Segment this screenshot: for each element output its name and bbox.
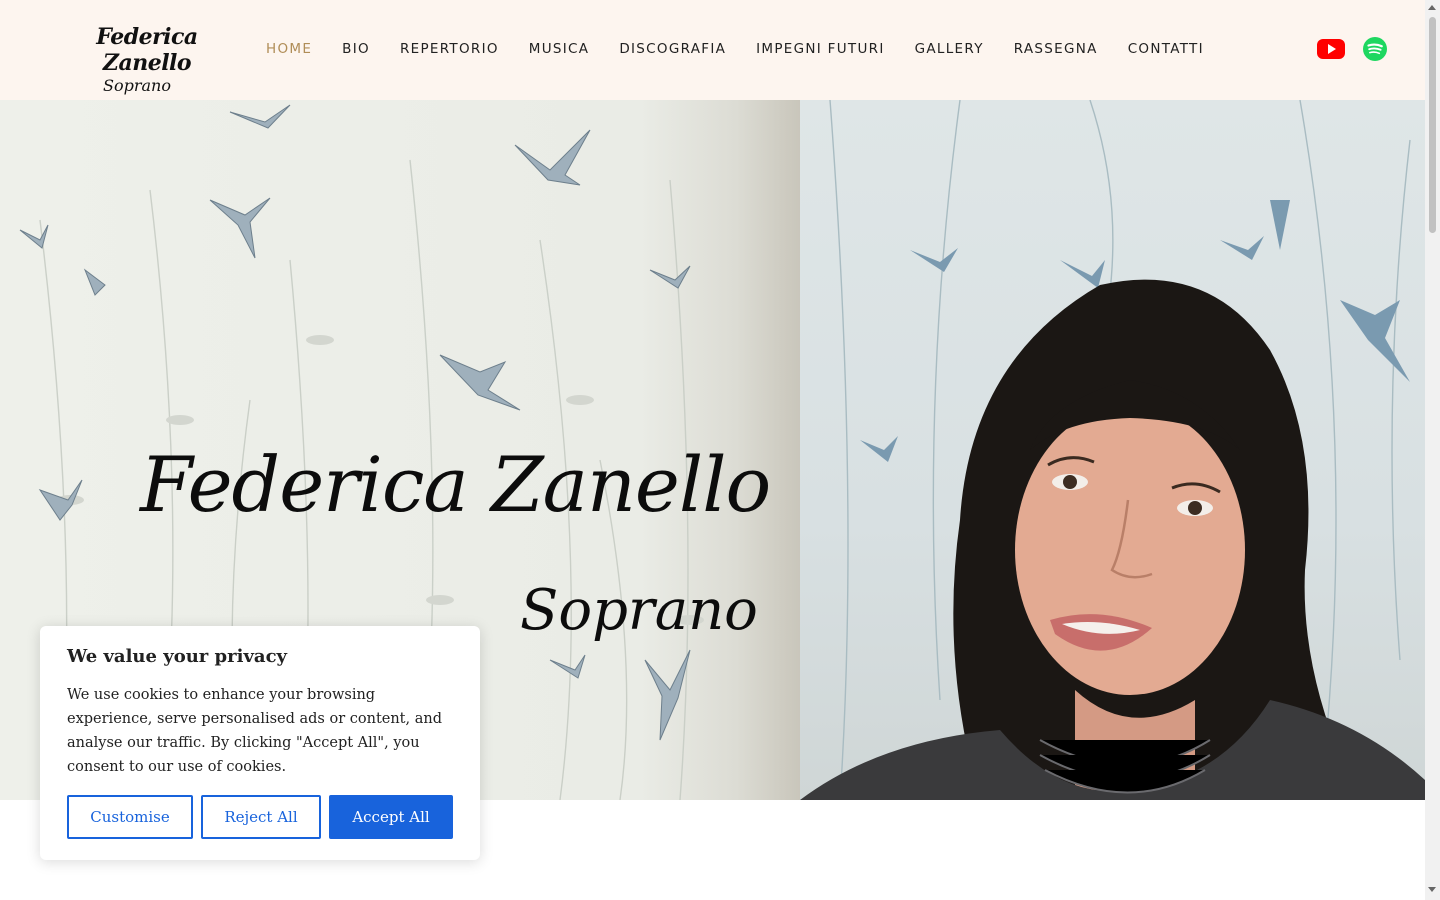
- nav-musica[interactable]: MUSICA: [514, 38, 605, 60]
- logo-subtitle: Soprano: [103, 76, 171, 95]
- customise-button[interactable]: Customise: [67, 795, 193, 839]
- nav-bio[interactable]: BIO: [327, 38, 385, 60]
- nav-repertorio[interactable]: REPERTORIO: [385, 38, 514, 60]
- nav-gallery[interactable]: GALLERY: [900, 38, 999, 60]
- logo-name: Federica Zanello: [96, 24, 198, 76]
- cookie-title: We value your privacy: [67, 646, 287, 667]
- cookie-description: We use cookies to enhance your browsing …: [67, 687, 442, 775]
- scroll-up-arrow-icon[interactable]: [1428, 5, 1436, 10]
- portrait-image: [800, 100, 1425, 800]
- nav-discografia[interactable]: DISCOGRAFIA: [604, 38, 741, 60]
- scroll-down-arrow-icon[interactable]: [1428, 887, 1436, 892]
- main-nav: HOME BIO REPERTORIO MUSICA DISCOGRAFIA I…: [251, 38, 1219, 60]
- accept-all-button[interactable]: Accept All: [329, 795, 453, 839]
- hero-photo: [800, 100, 1425, 800]
- site-logo[interactable]: Federica Zanello Soprano: [62, 24, 232, 96]
- page-scrollbar[interactable]: [1425, 0, 1440, 900]
- reject-all-button[interactable]: Reject All: [201, 795, 321, 839]
- nav-rassegna[interactable]: RASSEGNA: [999, 38, 1113, 60]
- nav-home[interactable]: HOME: [251, 38, 327, 60]
- nav-contatti[interactable]: CONTATTI: [1113, 38, 1219, 60]
- nav-impegni-futuri[interactable]: IMPEGNI FUTURI: [741, 38, 899, 60]
- hero-subtitle: Soprano: [520, 578, 758, 643]
- youtube-icon[interactable]: [1317, 36, 1345, 62]
- scrollbar-thumb[interactable]: [1429, 17, 1436, 233]
- cookie-consent-banner: We value your privacy We use cookies to …: [40, 626, 480, 860]
- hero-title: Federica Zanello: [140, 440, 771, 529]
- spotify-icon[interactable]: [1362, 36, 1390, 62]
- site-header: Federica Zanello Soprano HOME BIO REPERT…: [0, 0, 1425, 100]
